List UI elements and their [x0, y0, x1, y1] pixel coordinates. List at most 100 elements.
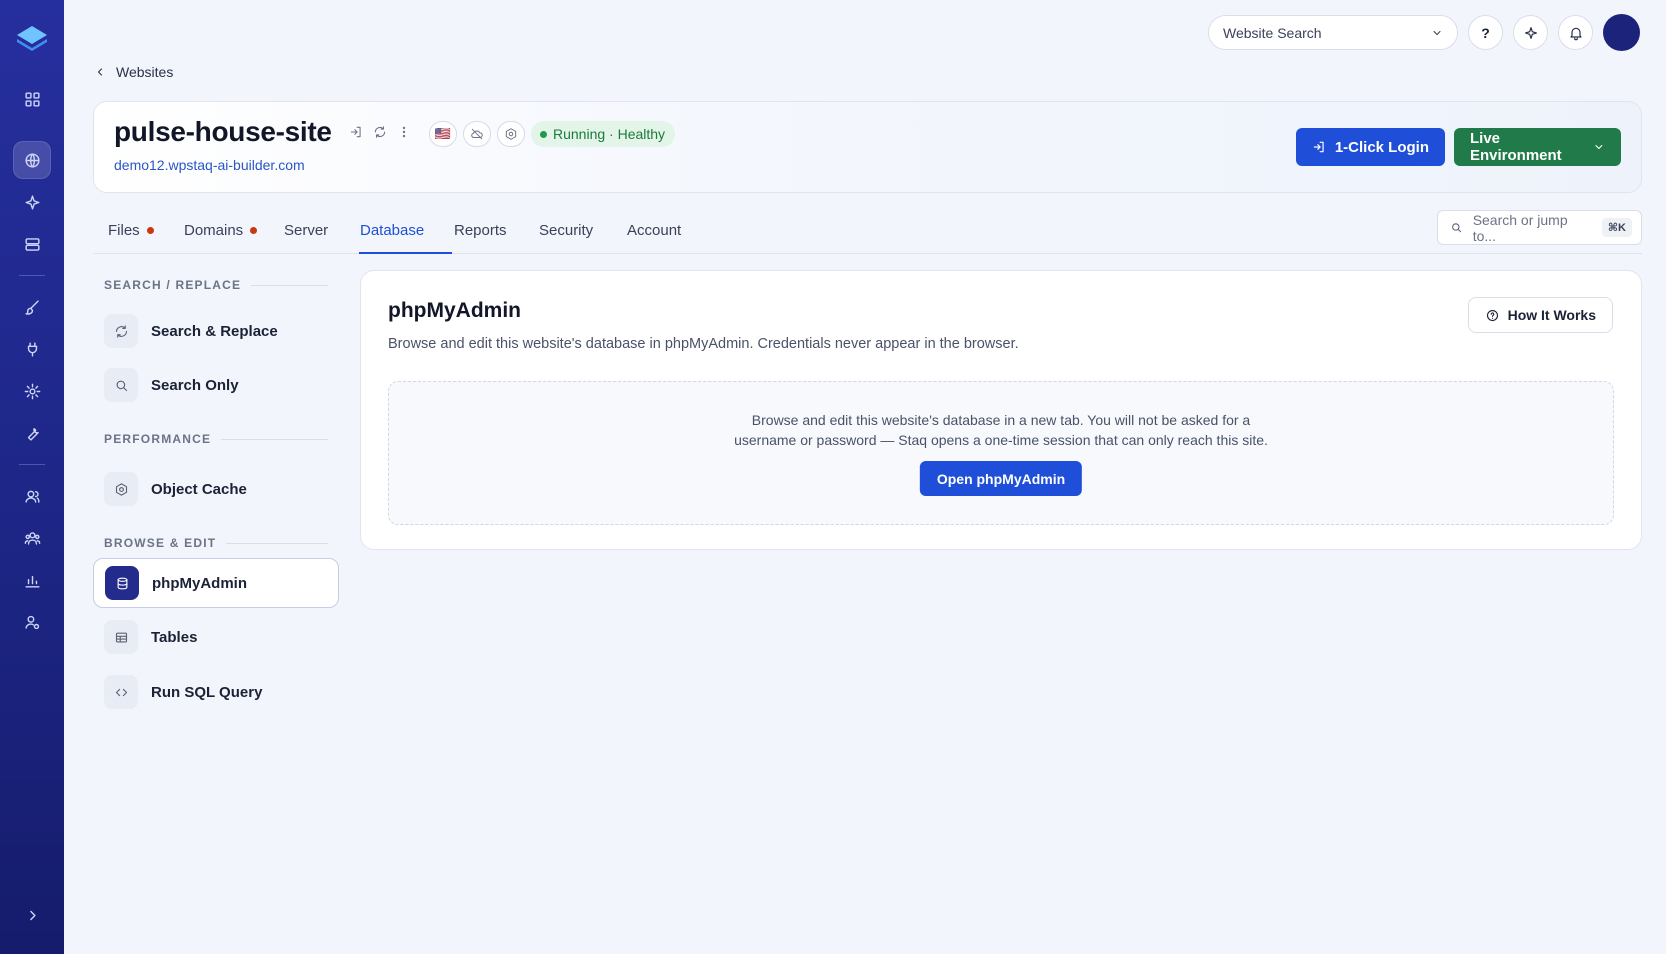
- sidebar-expand-button[interactable]: [13, 896, 51, 934]
- subnav-label: Tables: [151, 628, 198, 646]
- open-phpmyadmin-button[interactable]: Open phpMyAdmin: [919, 461, 1083, 496]
- section-label-performance: PERFORMANCE: [104, 432, 328, 446]
- tab-files[interactable]: Files: [108, 222, 154, 239]
- plug-icon: [27, 341, 37, 357]
- topbar: Website Search ?: [1208, 14, 1640, 51]
- breadcrumb[interactable]: Websites: [94, 64, 173, 80]
- subnav-tables[interactable]: Tables: [93, 612, 339, 662]
- tab-account[interactable]: Account: [627, 222, 681, 239]
- refresh-icon[interactable]: [373, 125, 387, 139]
- subnav-object-cache[interactable]: Object Cache: [93, 464, 339, 514]
- login-icon: [1313, 141, 1324, 153]
- help-icon: ?: [1481, 24, 1490, 41]
- tab-domains[interactable]: Domains: [184, 222, 258, 239]
- open-phpmyadmin-box: Browse and edit this website's database …: [388, 381, 1614, 525]
- open-phpmyadmin-info: Browse and edit this website's database …: [389, 410, 1613, 450]
- subnav-label: Search & Replace: [151, 322, 278, 340]
- chevron-down-icon: [1595, 144, 1603, 150]
- more-vertical-icon[interactable]: [397, 125, 411, 139]
- gear-icon: [24, 383, 40, 399]
- status-dot: [540, 130, 547, 138]
- tab-reports[interactable]: Reports: [454, 222, 507, 239]
- tab-database[interactable]: Database: [360, 222, 424, 239]
- database-icon: [117, 577, 127, 589]
- nav-user[interactable]: [13, 477, 51, 515]
- nav-plugins[interactable]: [13, 330, 51, 368]
- subnav-label: Run SQL Query: [151, 683, 263, 701]
- users-icon: [24, 531, 40, 545]
- site-header-card: pulse-house-site 🇺🇸 Running · Healthy de…: [93, 101, 1642, 193]
- nav-team[interactable]: [13, 519, 51, 557]
- site-title: pulse-house-site: [114, 116, 332, 147]
- nav-websites[interactable]: [13, 141, 51, 179]
- nav-user-settings[interactable]: [13, 603, 51, 641]
- nav-settings[interactable]: [13, 372, 51, 410]
- how-it-works-button[interactable]: How It Works: [1467, 297, 1613, 333]
- jump-search-placeholder: Search or jump to...: [1472, 211, 1568, 244]
- globe-icon: [24, 152, 40, 168]
- user-icon: [24, 490, 40, 503]
- one-click-login-label: 1-Click Login: [1334, 138, 1429, 156]
- help-button[interactable]: ?: [1468, 15, 1503, 50]
- status-badge: Running · Healthy: [531, 121, 676, 147]
- nav-dashboard[interactable]: [13, 80, 51, 118]
- nav-divider: [19, 275, 45, 276]
- grid-icon: [24, 91, 40, 107]
- website-search-select[interactable]: Website Search: [1208, 15, 1458, 50]
- info-line-1: Browse and edit this website's database …: [751, 412, 1251, 428]
- tab-server[interactable]: Server: [284, 222, 328, 239]
- bar-chart-icon: [24, 575, 40, 588]
- breadcrumb-websites[interactable]: Websites: [116, 64, 173, 80]
- jump-search-input[interactable]: Search or jump to... ⌘K: [1437, 210, 1642, 245]
- tab-label: Files: [108, 222, 140, 239]
- section-label-search-replace: SEARCH / REPLACE: [104, 278, 328, 292]
- tab-alert-dot: [250, 227, 258, 234]
- notifications-button[interactable]: [1558, 15, 1593, 50]
- code-icon: [115, 688, 127, 696]
- avatar[interactable]: [1603, 14, 1640, 51]
- region-flag-chip[interactable]: 🇺🇸: [429, 121, 457, 147]
- site-tabs: Files Domains Server Database Reports Se…: [93, 208, 1642, 254]
- ai-assistant-button[interactable]: [1513, 15, 1548, 50]
- environment-label: Live Environment: [1470, 130, 1562, 164]
- subnav-phpmyadmin[interactable]: phpMyAdmin: [93, 558, 339, 608]
- sidebar: [0, 0, 64, 954]
- subnav-search-only[interactable]: Search Only: [93, 360, 339, 410]
- subnav-search-replace[interactable]: Search & Replace: [93, 306, 339, 356]
- search-icon: [116, 380, 127, 391]
- subnav-label: Object Cache: [151, 480, 247, 498]
- cache-chip[interactable]: [497, 121, 525, 147]
- tab-security[interactable]: Security: [539, 222, 593, 239]
- section-label-browse-edit: BROWSE & EDIT: [104, 536, 328, 550]
- nav-analytics[interactable]: [13, 561, 51, 599]
- us-flag-icon: 🇺🇸: [434, 126, 452, 141]
- nav-ai[interactable]: [13, 183, 51, 221]
- info-line-2: username or password — Staq opens a one-…: [734, 432, 1268, 448]
- refresh-icon: [115, 324, 127, 338]
- site-title-actions: [349, 125, 411, 139]
- user-settings-icon: [24, 615, 39, 629]
- subnav-run-sql-query[interactable]: Run SQL Query: [93, 667, 339, 717]
- login-icon[interactable]: [349, 125, 363, 139]
- tab-label: Server: [284, 222, 329, 239]
- environment-dropdown[interactable]: Live Environment: [1454, 128, 1621, 166]
- active-tab-indicator: [359, 252, 452, 254]
- brush-icon: [24, 299, 39, 315]
- site-url-link[interactable]: demo12.wpstaq-ai-builder.com: [114, 157, 305, 173]
- hexagon-icon: [115, 482, 127, 496]
- one-click-login-button[interactable]: 1-Click Login: [1295, 128, 1445, 166]
- panel-description: Browse and edit this website's database …: [388, 336, 1019, 352]
- search-icon: [1452, 223, 1462, 233]
- nav-design[interactable]: [13, 288, 51, 326]
- chevron-left-icon: [97, 68, 103, 76]
- website-search-label: Website Search: [1223, 24, 1322, 41]
- status-text: Running · Healthy: [553, 126, 666, 142]
- nav-tools[interactable]: [13, 414, 51, 452]
- phpmyadmin-panel: phpMyAdmin Browse and edit this website'…: [360, 270, 1642, 550]
- cdn-chip[interactable]: [463, 121, 491, 147]
- server-icon: [24, 237, 40, 251]
- how-it-works-label: How It Works: [1507, 307, 1596, 323]
- nav-divider: [19, 464, 45, 465]
- logo-icon[interactable]: [15, 24, 49, 54]
- nav-servers[interactable]: [13, 225, 51, 263]
